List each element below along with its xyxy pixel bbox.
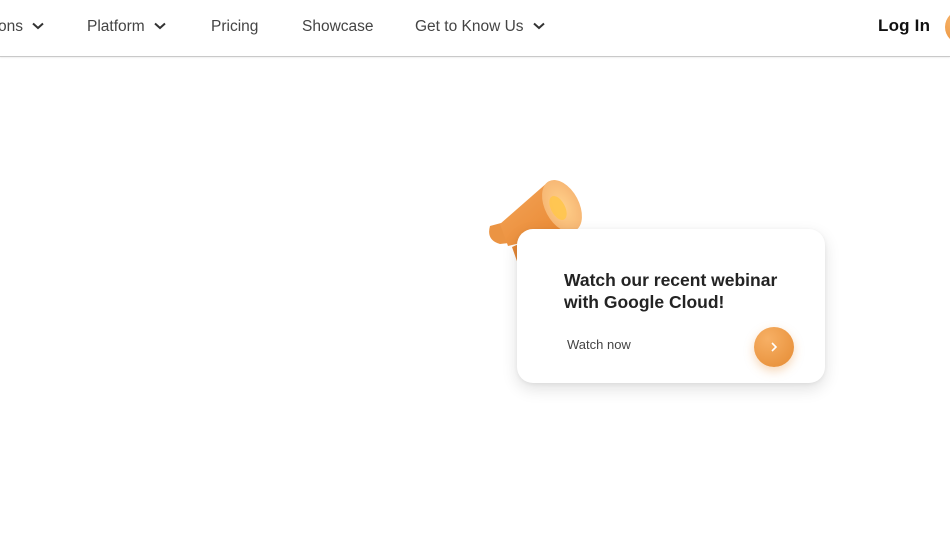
nav-item-pricing[interactable]: Pricing	[211, 17, 258, 37]
chevron-down-icon	[32, 22, 44, 30]
nav-item-showcase[interactable]: Showcase	[302, 17, 374, 37]
nav-item-get-to-know-us[interactable]: Get to Know Us	[415, 17, 545, 37]
promo-title: Watch our recent webinar with Google Clo…	[564, 270, 778, 312]
watch-now-link[interactable]: Watch now	[567, 337, 631, 352]
nav-item-label: Platform	[87, 18, 145, 35]
watch-now-button[interactable]	[754, 327, 794, 367]
top-navigation-bar: ons Platform Pricing Showcase Get to Kno…	[0, 0, 950, 57]
nav-item-platform[interactable]: Platform	[87, 17, 166, 37]
get-started-button[interactable]	[945, 10, 950, 44]
nav-item-label: Get to Know Us	[415, 18, 524, 35]
chevron-right-icon	[771, 342, 778, 352]
chevron-down-icon	[154, 22, 166, 30]
login-button[interactable]: Log In	[878, 16, 930, 36]
chevron-down-icon	[533, 22, 545, 30]
nav-item-solutions[interactable]: ons	[0, 17, 44, 37]
webinar-promo-card[interactable]: Watch our recent webinar with Google Clo…	[517, 229, 825, 383]
nav-item-label: ons	[0, 18, 23, 35]
nav-item-label: Pricing	[211, 18, 259, 35]
nav-item-label: Showcase	[302, 18, 374, 35]
